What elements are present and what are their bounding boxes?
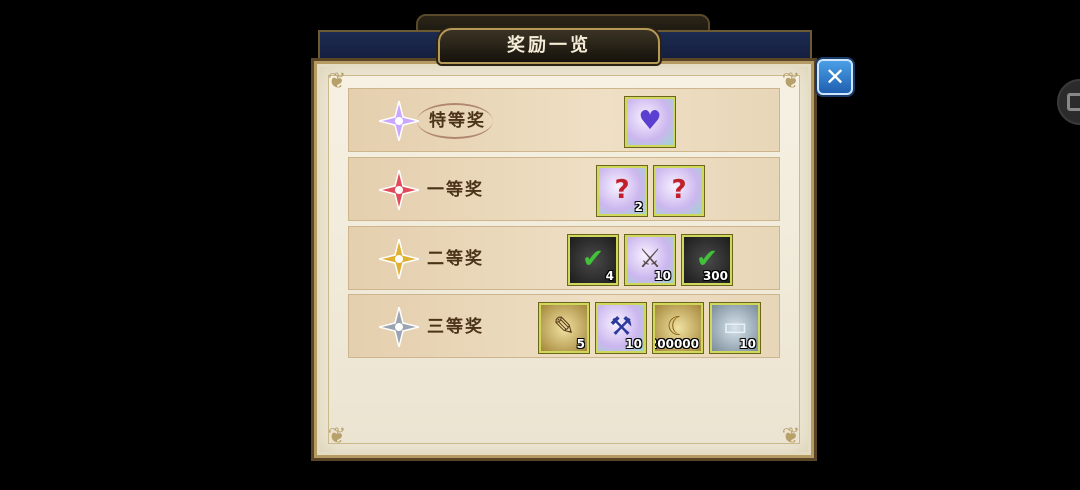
reward-item[interactable]: ? [654,166,704,216]
reward-item[interactable]: ⚒ 10 [596,303,646,353]
reward-tier-row: 二等奖 ✔ 4 ⚔ 10 ✔ 300 [348,226,780,290]
reward-count: 10 [739,337,756,351]
reward-count: 300 [702,269,728,283]
tier-label: 特等奖 [429,111,486,131]
corner-ornament-icon: ❦ [781,69,801,94]
reward-count: 200000 [653,337,699,351]
reward-item[interactable]: ✔ 4 [568,235,618,285]
heart-crystal-icon: ♥ [638,106,662,136]
reward-tier-row: 一等奖 ? 2? [348,157,780,221]
reward-item[interactable]: ♥ [625,97,675,147]
corner-ornament-icon: ❦ [781,424,801,449]
reward-item[interactable]: ✎ 5 [539,303,589,353]
reward-tier-row: 特等奖 ♥ [348,88,780,152]
dialog-title: 奖励一览 [507,35,591,56]
dialog-title-plate: 奖励一览 [438,28,660,64]
tier-label: 二等奖 [427,249,484,269]
reward-item[interactable]: ☾ 200000 [653,303,703,353]
reward-item[interactable]: ? 2 [597,166,647,216]
tier-label: 三等奖 [427,317,484,337]
reward-count: 10 [654,269,671,283]
close-icon: ✕ [824,63,846,91]
corner-ornament-icon: ❦ [327,424,347,449]
side-menu-button[interactable] [1057,79,1080,125]
tier-label: 一等奖 [427,180,484,200]
reward-count: 4 [605,269,614,283]
reward-count: 10 [625,337,642,351]
mystery-bag-icon: ? [671,175,687,205]
reward-tier-row: 三等奖 ✎ 5 ⚒ 10 ☾ 200000 ▭ 10 [348,294,780,358]
tier-star-icon [379,307,419,347]
reward-item[interactable]: ▭ 10 [710,303,760,353]
reward-count: 2 [634,200,643,214]
reward-item[interactable]: ⚔ 10 [625,235,675,285]
tier-star-icon [379,170,419,210]
reward-count: 5 [576,337,585,351]
side-menu-icon [1067,93,1080,111]
tier-star-icon [379,239,419,279]
close-button[interactable]: ✕ [817,59,853,95]
reward-item[interactable]: ✔ 300 [682,235,732,285]
tier-star-icon [379,101,419,141]
